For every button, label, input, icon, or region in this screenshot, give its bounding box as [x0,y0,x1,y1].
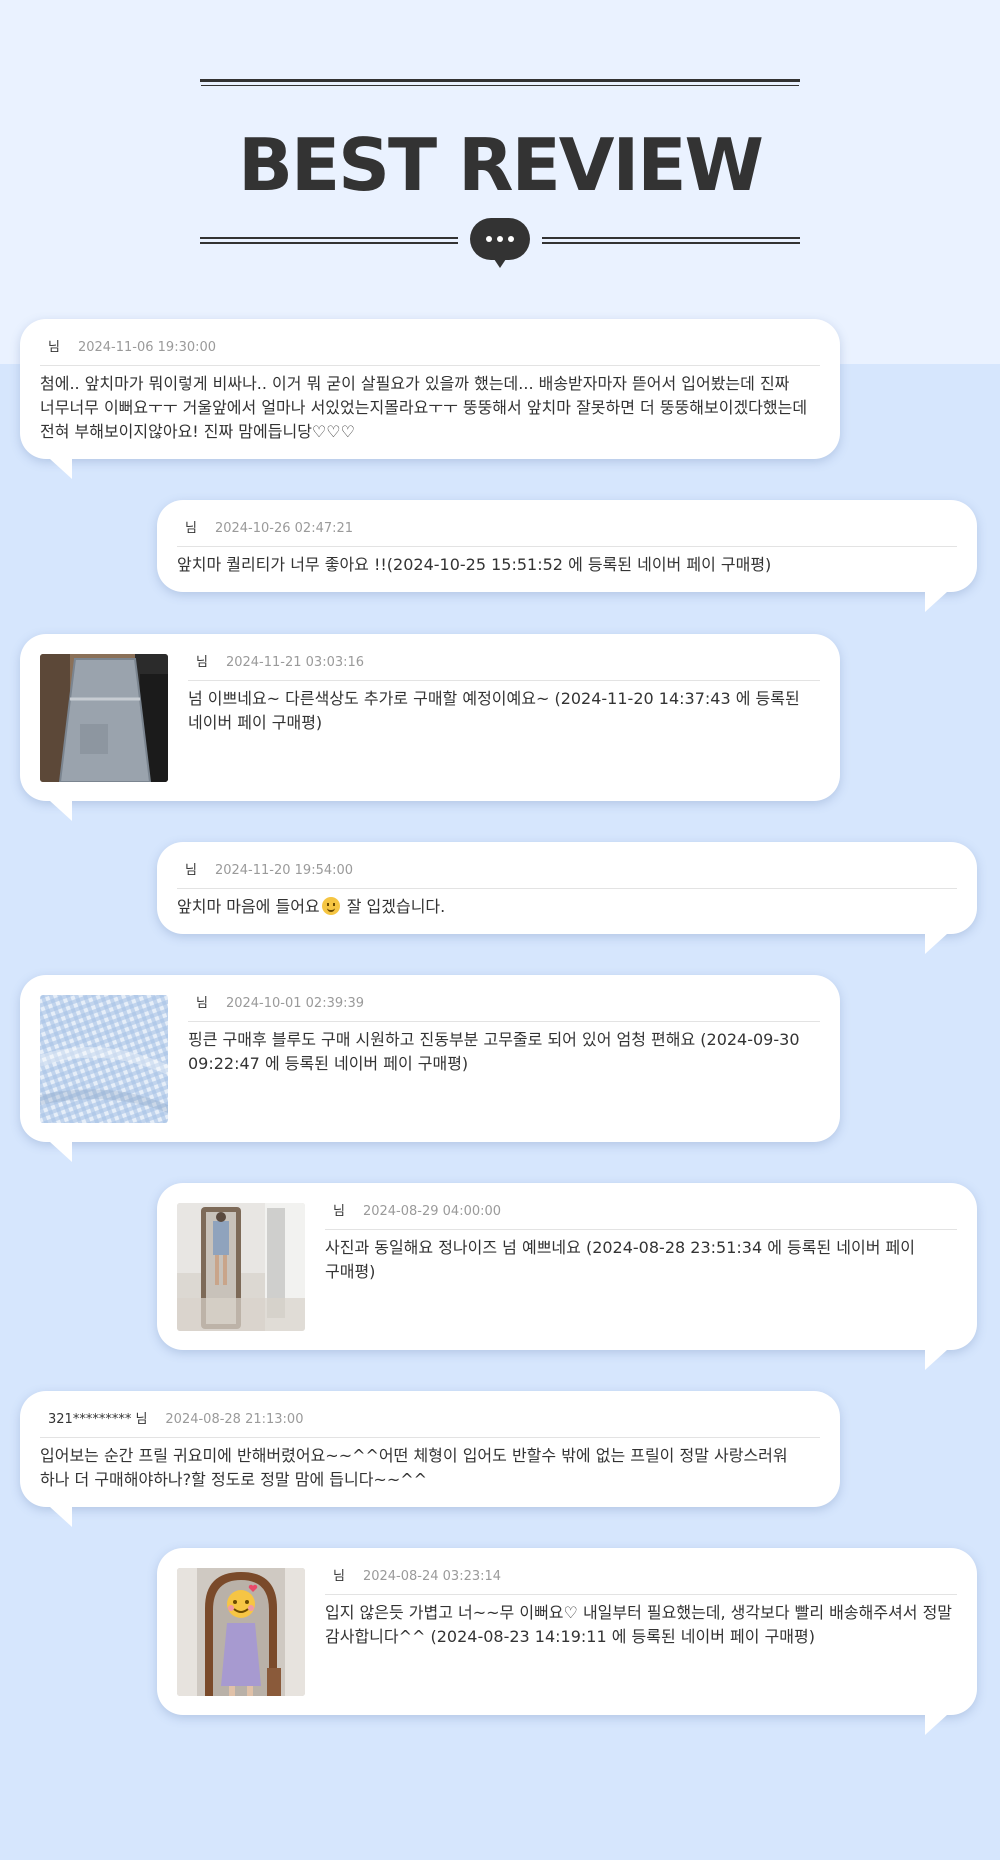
review-date: 2024-08-28 21:13:00 [165,1412,304,1427]
header-top-rule [200,79,800,82]
review-card[interactable]: 님 2024-11-21 03:03:16 넘 이쁘네요~ 다른색상도 추가로 구… [20,634,840,821]
review-card[interactable]: 님 2024-08-29 04:00:00 사진과 동일해요 정나이즈 넘 예쁘네… [157,1183,977,1370]
review-card[interactable]: 님 2024-11-06 19:30:00 첨에.. 앞치마가 뭐이렇게 비싸나.… [20,319,840,479]
header-right-rule [542,237,800,239]
review-text: 입지 않은듯 가볍고 너~~무 이뻐요♡ 내일부터 필요했는데, 생각보다 빨리… [325,1603,953,1646]
mirror-selfie-emoji-face-photo [177,1568,305,1696]
review-content: 님 2024-11-20 19:54:00 앞치마 마음에 들어요 잘 입겠습니다… [177,854,957,919]
gingham-fabric-photo [40,995,168,1123]
review-date: 2024-08-29 04:00:00 [362,1204,502,1219]
review-meta: 321********* 님 2024-08-28 21:13:00 [40,1403,820,1438]
review-card[interactable]: 님 2024-10-26 02:47:21 앞치마 퀄리티가 너무 좋아요 !!(… [157,500,977,612]
review-author: 님 [48,340,60,355]
apron-on-hanger-photo [40,654,168,782]
review-date: 2024-10-01 02:39:39 [225,996,365,1011]
review-content: 님 2024-08-29 04:00:00 사진과 동일해요 정나이즈 넘 예쁘네… [325,1195,957,1284]
review-text-part: 앞치마 마음에 들어요 [177,897,320,916]
review-content: 님 2024-10-01 02:39:39 핑큰 구매후 블루도 구매 시원하고 … [188,987,820,1076]
review-content: 님 2024-08-24 03:23:14 입지 않은듯 가볍고 너~~무 이뻐요… [325,1560,957,1649]
review-date: 2024-11-06 19:30:00 [77,340,217,355]
review-author: 321********* 님 [48,1412,148,1427]
review-meta: 님 2024-10-26 02:47:21 [177,512,957,547]
review-content: 님 2024-10-26 02:47:21 앞치마 퀄리티가 너무 좋아요 !!(… [177,512,957,577]
review-content: 님 2024-11-21 03:03:16 넘 이쁘네요~ 다른색상도 추가로 구… [188,646,820,735]
smiling-face-emoji-icon [321,897,340,915]
review-date: 2024-11-21 03:03:16 [225,655,365,670]
review-meta: 님 2024-11-06 19:30:00 [40,331,820,366]
review-meta: 님 2024-11-21 03:03:16 [188,646,820,681]
review-text: 핑큰 구매후 블루도 구매 시원하고 진동부분 고무줄로 되어 있어 엄청 편해… [188,1030,800,1073]
review-date: 2024-11-20 19:54:00 [214,863,354,878]
header-left-rule [200,237,458,239]
review-content: 님 2024-11-06 19:30:00 첨에.. 앞치마가 뭐이렇게 비싸나.… [40,331,820,444]
review-date: 2024-08-24 03:23:14 [362,1569,502,1584]
review-card[interactable]: 님 2024-08-24 03:23:14 입지 않은듯 가볍고 너~~무 이뻐요… [157,1548,977,1735]
review-author: 님 [333,1204,345,1219]
review-meta: 님 2024-11-20 19:54:00 [177,854,957,889]
review-author: 님 [333,1569,345,1584]
review-photo[interactable] [177,1203,305,1331]
review-card[interactable]: 님 2024-10-01 02:39:39 핑큰 구매후 블루도 구매 시원하고 … [20,975,840,1162]
review-content: 321********* 님 2024-08-28 21:13:00 입어보는 순… [40,1403,820,1492]
review-text: 넘 이쁘네요~ 다른색상도 추가로 구매할 예정이예요~ (2024-11-20… [188,689,800,732]
review-text-part: 잘 입겠습니다. [341,897,446,916]
mirror-selfie-photo [177,1203,305,1331]
review-author: 님 [196,655,208,670]
review-photo[interactable] [40,995,168,1123]
best-review-header: BEST REVIEW [0,0,1000,300]
review-text: 사진과 동일해요 정나이즈 넘 예쁘네요 (2024-08-28 23:51:3… [325,1238,915,1281]
review-author: 님 [185,521,197,536]
review-text: 앞치마 마음에 들어요 잘 입겠습니다. [177,895,957,919]
speech-bubble-dots-icon [470,218,530,268]
review-text: 첨에.. 앞치마가 뭐이렇게 비싸나.. 이거 뭐 굳이 살필요가 있을까 했는… [40,374,808,441]
review-meta: 님 2024-08-24 03:23:14 [325,1560,957,1595]
review-photo[interactable] [177,1568,305,1696]
review-photo[interactable] [40,654,168,782]
review-author: 님 [196,996,208,1011]
review-date: 2024-10-26 02:47:21 [214,521,354,536]
review-author: 님 [185,863,197,878]
review-text: 입어보는 순간 프릴 귀요미에 반해버렸어요~~^^어떤 체형이 입어도 반할수… [40,1446,788,1489]
review-meta: 님 2024-10-01 02:39:39 [188,987,820,1022]
review-text: 앞치마 퀄리티가 너무 좋아요 !!(2024-10-25 15:51:52 에… [177,555,772,574]
review-card[interactable]: 321********* 님 2024-08-28 21:13:00 입어보는 순… [20,1391,840,1527]
review-card[interactable]: 님 2024-11-20 19:54:00 앞치마 마음에 들어요 잘 입겠습니다… [157,842,977,954]
review-meta: 님 2024-08-29 04:00:00 [325,1195,957,1230]
page-title: BEST REVIEW [238,123,764,207]
